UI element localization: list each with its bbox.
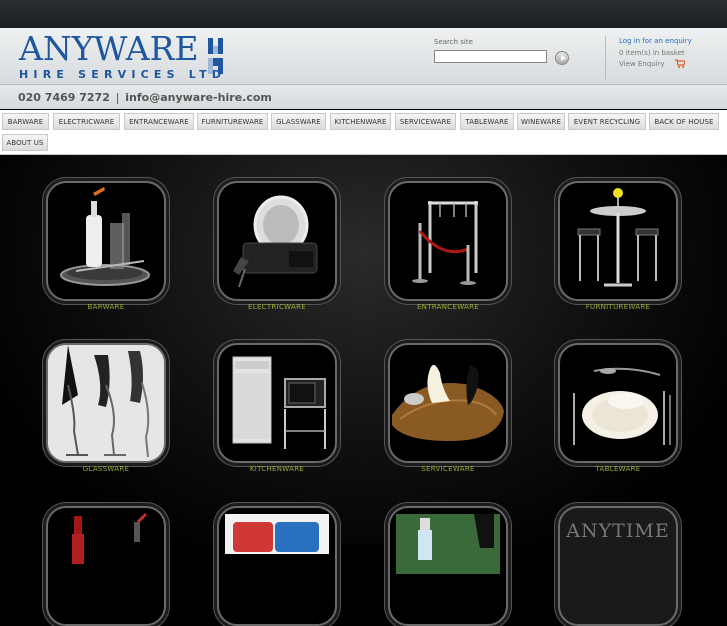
category-image-frame[interactable] [388, 506, 508, 626]
category-image-frame[interactable] [217, 181, 337, 301]
contact-separator: | [115, 91, 120, 104]
category-image-frame[interactable] [558, 181, 678, 301]
search-input[interactable] [434, 50, 547, 63]
category-label-tableware[interactable]: TABLEWARE [548, 465, 688, 473]
nav-item-barware[interactable]: BARWARE [2, 113, 49, 130]
category-image-frame[interactable] [217, 343, 337, 463]
electricware-image [233, 195, 318, 288]
barware-image [60, 187, 150, 286]
category-image-frame[interactable] [217, 506, 337, 626]
kitchenware-image [232, 356, 326, 449]
wineware-image [72, 512, 148, 564]
furnitureware-image [577, 188, 659, 287]
category-image-frame[interactable]: ANYTIME [558, 506, 678, 626]
nav-item-wineware[interactable]: WINEWARE [517, 113, 565, 130]
nav-item-about-us[interactable]: ABOUT US [2, 134, 48, 151]
category-label-barware[interactable]: BARWARE [36, 303, 176, 311]
category-image-frame[interactable] [388, 343, 508, 463]
search-submit-button[interactable] [555, 51, 569, 65]
nav-item-serviceware[interactable]: SERVICEWARE [395, 113, 456, 130]
logo-wordmark[interactable]: ANYWARE [19, 31, 199, 67]
view-enquiry-link[interactable]: View Enquiry [619, 60, 665, 68]
contact-info: 020 7469 7272 | info@anyware-hire.com [18, 91, 272, 104]
entranceware-image [412, 201, 478, 285]
anytime-overlay-text: ANYTIME [566, 520, 670, 542]
top-bar [0, 0, 727, 28]
category-label-electricware[interactable]: ELECTRICWARE [207, 303, 347, 311]
basket-icon[interactable] [675, 59, 685, 68]
category-label-entranceware[interactable]: ENTRANCEWARE [378, 303, 518, 311]
nav-item-glassware[interactable]: GLASSWARE [271, 113, 326, 130]
tableware-image [573, 367, 671, 445]
nav-item-electricware[interactable]: ELECTRICWARE [53, 113, 120, 130]
logo-tagline: HIRE SERVICES LTD [19, 68, 227, 81]
enquiry-login-link[interactable]: Log in for an enquiry [619, 37, 692, 45]
email-link[interactable]: info@anyware-hire.com [125, 91, 272, 104]
nav-item-tableware[interactable]: TABLEWARE [460, 113, 514, 130]
back-of-house-image [396, 514, 500, 574]
category-image-frame[interactable] [46, 506, 166, 626]
category-label-glassware[interactable]: GLASSWARE [36, 465, 176, 473]
basket-count: 0 item(s) in basket [619, 49, 685, 57]
category-image-frame[interactable] [558, 343, 678, 463]
nav-item-back-of-house[interactable]: BACK OF HOUSE [649, 113, 719, 130]
serviceware-image [392, 364, 504, 441]
phone-number: 020 7469 7272 [18, 91, 110, 104]
nav-item-kitchenware[interactable]: KITCHENWARE [330, 113, 391, 130]
header-divider [605, 36, 606, 80]
category-label-furnitureware[interactable]: FURNITUREWARE [548, 303, 688, 311]
category-image-frame[interactable] [46, 181, 166, 301]
nav-item-event-recycling[interactable]: EVENT RECYCLING [568, 113, 646, 130]
category-image-frame[interactable] [46, 343, 166, 463]
glassware-image [48, 345, 164, 461]
category-label-kitchenware[interactable]: KITCHENWARE [207, 465, 347, 473]
event-recycling-image [225, 514, 329, 554]
nav-item-furnitureware[interactable]: FURNITUREWARE [197, 113, 268, 130]
search-label: Search site [434, 38, 473, 46]
main-nav: BARWARE ELECTRICWARE ENTRANCEWARE FURNIT… [0, 110, 727, 155]
category-label-serviceware[interactable]: SERVICEWARE [378, 465, 518, 473]
category-image-frame[interactable] [388, 181, 508, 301]
nav-item-entranceware[interactable]: ENTRANCEWARE [124, 113, 194, 130]
